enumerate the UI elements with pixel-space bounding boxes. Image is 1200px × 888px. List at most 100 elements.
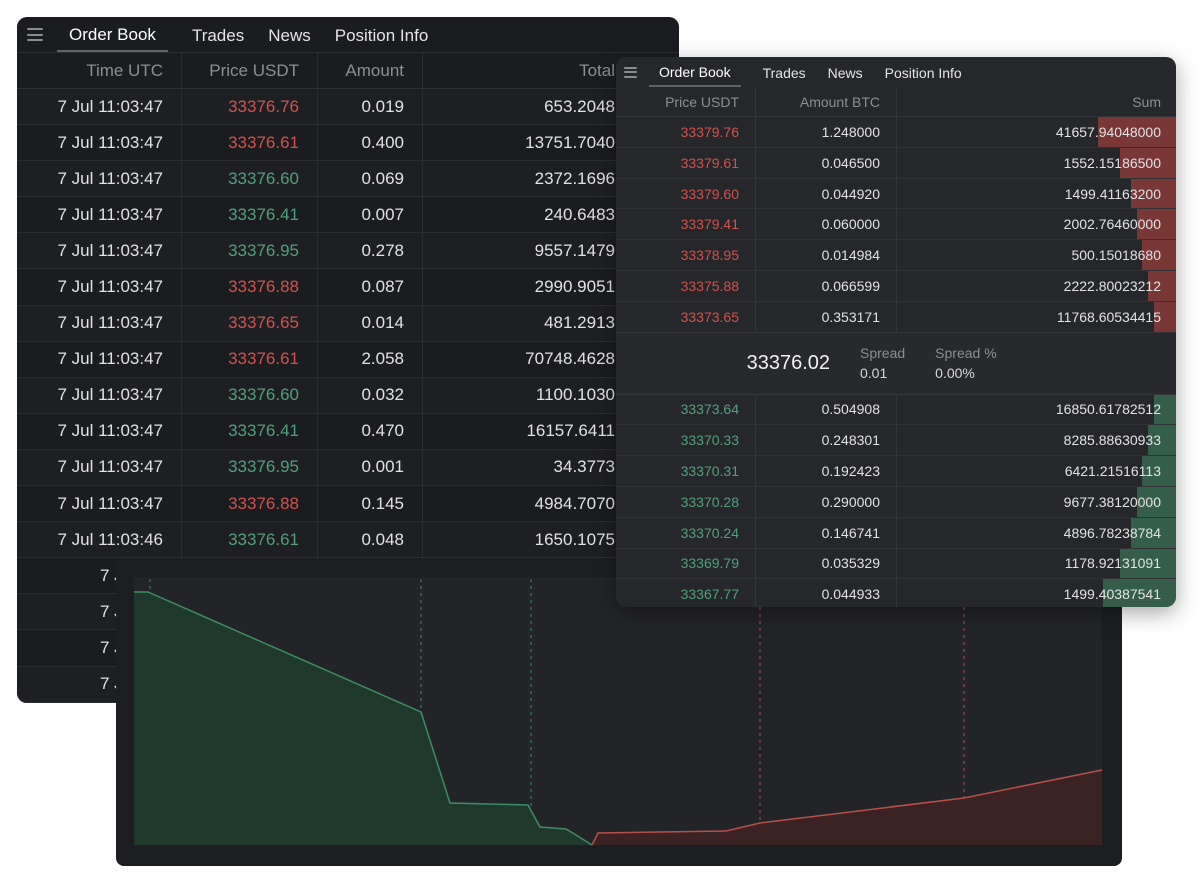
trade-row[interactable]: 7 Jul 11:03:47 33376.65 0.014 481.2913 [17,305,679,342]
ask-sum: 2002.76460000 [1063,216,1161,233]
bid-row[interactable]: 33373.64 0.504908 16850.61782512 [616,394,1176,426]
bid-row[interactable]: 33370.28 0.290000 9677.38120000 [616,486,1176,518]
tab-news[interactable]: News [268,19,311,51]
spread-percent-value: 0.00% [935,365,975,382]
trade-row[interactable]: 7 Jul 11:03:46 33376.61 0.048 1650.1075 [17,521,679,559]
tab-trades[interactable]: Trades [763,59,806,86]
ask-row[interactable]: 33379.61 0.046500 1552.15186500 [616,147,1176,179]
spread-label: Spread [860,345,906,362]
trade-total: 9557.1479 [534,240,615,260]
ask-amount: 0.353171 [756,301,897,332]
trade-total: 2372.1696 [534,168,615,188]
spread-row: 33376.02 Spread 0.01 Spread % 0.00% [616,332,1176,395]
ask-row[interactable]: 33379.76 1.248000 41657.94048000 [616,116,1176,148]
column-header-total[interactable]: Total [423,53,619,89]
bid-amount: 0.248301 [756,425,897,456]
trade-price: 33376.61 [182,521,318,558]
trade-time: 7 Jul 11:03:47 [17,269,182,306]
bid-row[interactable]: 33370.24 0.146741 4896.78238784 [616,517,1176,549]
column-header-price[interactable]: Price USDT [616,86,756,117]
ask-amount: 0.046500 [756,147,897,178]
trade-amount: 0.032 [318,377,423,414]
trade-row[interactable]: 7 Jul 11:03:47 33376.41 0.007 240.6483 [17,196,679,234]
bid-sum: 8285.88630933 [1063,432,1161,449]
tab-trades[interactable]: Trades [192,19,244,51]
ask-row[interactable]: 33378.95 0.014984 500.15018680 [616,240,1176,271]
ask-row[interactable]: 33379.60 0.044920 1499.41163200 [616,178,1176,210]
tab-order-book[interactable]: Order Book [57,18,168,52]
trade-price: 33376.61 [182,341,318,378]
column-header-sum[interactable]: Sum [897,87,1176,117]
bid-sum: 6421.21516113 [1064,463,1161,480]
column-header-time[interactable]: Time UTC [17,52,182,89]
trade-row[interactable]: 7 Jul 11:03:47 33376.76 0.019 653.2048 [17,88,679,126]
ask-sum: 1499.41163200 [1064,185,1161,202]
bid-amount: 0.035329 [756,548,897,579]
order-book-panel: Order Book Trades News Position Info Pri… [616,57,1176,607]
trade-amount: 0.007 [318,196,423,233]
trade-amount: 0.470 [318,413,423,450]
trade-row[interactable]: 7 Jul 11:03:47 33376.95 0.278 9557.1479 [17,232,679,270]
ask-price: 33373.65 [616,301,756,332]
trade-price: 33376.41 [182,196,318,233]
trade-price: 33376.65 [182,305,318,342]
ask-row[interactable]: 33373.65 0.353171 11768.60534415 [616,301,1176,333]
trade-total: 34.3773 [553,457,615,477]
trade-total: 4984.7070 [534,493,615,513]
ask-sum: 11768.60534415 [1056,308,1161,325]
trade-price: 33376.95 [182,449,318,486]
trade-row[interactable]: 7 Jul 11:03:47 33376.95 0.001 34.3773 [17,449,679,487]
tab-position-info[interactable]: Position Info [335,19,429,51]
ask-row[interactable]: 33379.41 0.060000 2002.76460000 [616,209,1176,241]
tab-order-book[interactable]: Order Book [649,58,741,87]
bid-amount: 0.044933 [756,579,897,607]
trade-amount: 0.048 [318,521,423,558]
trade-amount: 2.058 [318,341,423,378]
bid-row[interactable]: 33369.79 0.035329 1178.92131091 [616,548,1176,580]
bid-row[interactable]: 33370.31 0.192423 6421.21516113 [616,456,1176,487]
bid-amount: 0.504908 [756,394,897,425]
trade-total: 240.6483 [544,204,615,224]
trade-price: 33376.76 [182,88,318,125]
tab-news[interactable]: News [828,59,863,86]
bid-sum: 1499.40387541 [1063,586,1161,603]
mid-price: 33376.02 [746,351,830,374]
trade-row[interactable]: 7 Jul 11:03:47 33376.41 0.470 16157.6411 [17,413,679,450]
asks-list: 33379.76 1.248000 41657.94048000 33379.61 0.… [616,116,1176,333]
trade-amount: 0.278 [318,232,423,269]
column-header-price[interactable]: Price USDT [182,52,318,89]
trade-row[interactable]: 7 Jul 11:03:47 33376.61 2.058 70748.4628 [17,341,679,378]
trade-row[interactable]: 7 Jul 11:03:47 33376.60 0.032 1100.1030 [17,377,679,414]
trade-row[interactable]: 7 Jul 11:03:47 33376.88 0.145 4984.7070 [17,485,679,523]
bids-list: 33373.64 0.504908 16850.61782512 33370.33 0.… [616,394,1176,607]
bid-amount: 0.146741 [756,517,897,548]
trade-time: 7 Jul 11:03:47 [17,160,182,197]
trade-row[interactable]: 7 Jul 11:03:47 33376.88 0.087 2990.9051 [17,269,679,306]
hamburger-menu-icon[interactable] [624,66,637,78]
column-header-amount[interactable]: Amount [318,52,423,89]
bid-sum: 1178.92131091 [1064,555,1161,572]
ask-sum: 41657.94048000 [1055,123,1161,140]
trade-price: 33376.88 [182,269,318,306]
column-header-amount[interactable]: Amount BTC [756,86,897,117]
trade-total: 70748.4628 [525,349,615,369]
trade-row[interactable]: 7 Jul 11:03:47 33376.61 0.400 13751.7040 [17,124,679,162]
bid-row[interactable]: 33370.33 0.248301 8285.88630933 [616,425,1176,457]
trade-time: 7 Jul 11:03:47 [17,196,182,233]
spread-percent-stat: Spread % 0.00% [935,345,996,381]
trade-row[interactable]: 7 Jul 11:03:47 33376.60 0.069 2372.1696 [17,160,679,198]
ask-row[interactable]: 33375.88 0.066599 2222.80023212 [616,270,1176,302]
ask-amount: 0.060000 [756,209,897,240]
trade-price: 33376.61 [182,124,318,161]
trade-price: 33376.88 [182,485,318,522]
order-book-header: Price USDT Amount BTC Sum [616,86,1176,117]
hamburger-menu-icon[interactable] [27,28,43,41]
trade-total: 1650.1075 [534,529,615,549]
ask-sum: 1552.15186500 [1063,154,1161,171]
bid-row[interactable]: 33367.77 0.044933 1499.40387541 [616,579,1176,607]
ask-price: 33379.60 [616,178,756,209]
ask-amount: 1.248000 [756,116,897,147]
trades-tabbar: Order Book Trades News Position Info [17,17,679,53]
bid-price: 33369.79 [616,548,756,579]
tab-position-info[interactable]: Position Info [885,59,962,86]
